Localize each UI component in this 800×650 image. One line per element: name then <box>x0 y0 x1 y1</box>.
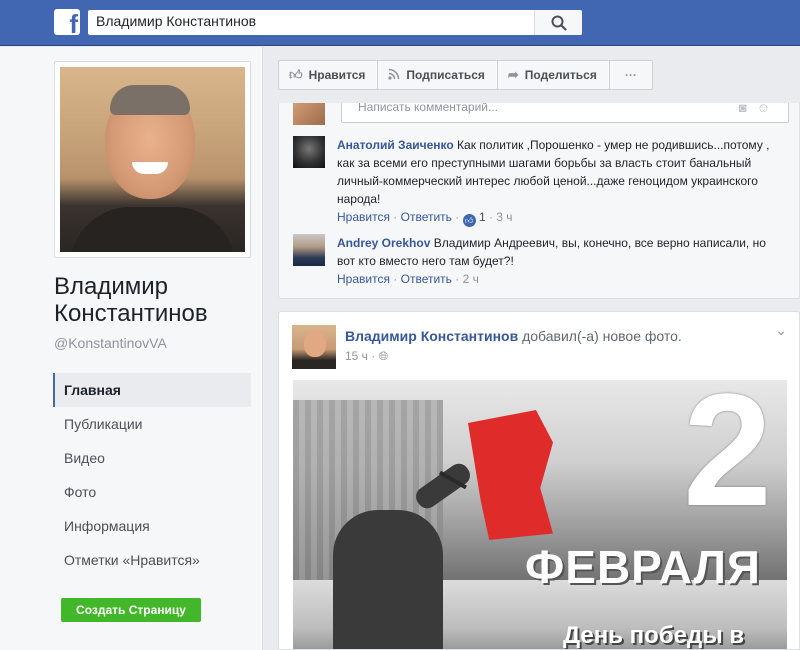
comment-input[interactable]: Написать комментарий... ◙☺ <box>341 103 789 123</box>
image-subtitle: День победы в <box>563 622 745 649</box>
comment-meta: Нравится · Ответить · 👍︎ 1 · 3 ч <box>337 210 513 227</box>
nav-item-about[interactable]: Информация <box>53 509 251 543</box>
facebook-logo-icon[interactable]: f <box>54 9 80 35</box>
image-number: 2 <box>683 380 772 539</box>
thumbs-up-icon: 👍︎ <box>289 67 303 82</box>
soldier-figure <box>333 510 443 649</box>
avatar <box>293 103 325 125</box>
like-reaction-icon: 👍︎ <box>462 214 476 227</box>
page-handle[interactable]: @KonstantinovVA <box>54 335 167 351</box>
subscribe-label: Подписаться <box>406 68 485 82</box>
share-button[interactable]: ➦ Поделиться <box>496 60 610 90</box>
comment-time[interactable]: 2 ч <box>463 272 479 286</box>
nav-item-likes[interactable]: Отметки «Нравится» <box>53 543 251 577</box>
post-time[interactable]: 15 ч <box>345 349 368 363</box>
comment-reply-link[interactable]: Ответить <box>401 210 452 224</box>
nav-item-posts[interactable]: Публикации <box>53 407 251 441</box>
avatar[interactable] <box>293 234 325 266</box>
comment-body: Andrey Orekhov Владимир Андреевич, вы, к… <box>337 234 787 288</box>
post-card: Владимир Константинов добавил(-а) новое … <box>278 311 800 650</box>
chevron-down-icon[interactable]: ⌄ <box>775 322 787 339</box>
more-options-button[interactable]: ··· <box>608 60 653 90</box>
subscribe-button[interactable]: Подписаться <box>377 60 498 90</box>
comment-like-link[interactable]: Нравится <box>337 272 390 286</box>
red-flag <box>468 410 553 540</box>
globe-icon: 🌐︎ <box>378 349 389 363</box>
comment-time[interactable]: 3 ч <box>496 210 512 224</box>
camera-icon[interactable]: ◙☺ <box>739 103 780 115</box>
nav-item-videos[interactable]: Видео <box>53 441 251 475</box>
search-icon <box>551 15 567 31</box>
comment-composer: Написать комментарий... ◙☺ <box>293 103 799 125</box>
profile-picture[interactable] <box>54 61 251 258</box>
post-header: Владимир Константинов добавил(-а) новое … <box>345 328 682 344</box>
search-button[interactable] <box>534 10 582 35</box>
like-page-button[interactable]: 👍︎ Нравится <box>278 60 379 90</box>
search-input[interactable]: Владимир Константинов <box>96 13 256 29</box>
comment-placeholder: Написать комментарий... <box>358 103 499 114</box>
comment-like-link[interactable]: Нравится <box>337 210 390 224</box>
nav-item-home[interactable]: Главная <box>53 373 251 407</box>
post-action: добавил(-а) новое фото. <box>522 328 682 344</box>
profile-photo <box>60 67 245 252</box>
comment-author[interactable]: Andrey Orekhov <box>337 236 430 250</box>
reaction-count[interactable]: 1 <box>479 210 486 224</box>
post-timestamp: 15 ч · 🌐︎ <box>345 349 389 363</box>
comment-body: Анатолий Заиченко Как политик ,Порошенко… <box>337 136 787 227</box>
comment-author[interactable]: Анатолий Заиченко <box>337 138 454 152</box>
like-page-label: Нравится <box>308 68 366 82</box>
post-photo[interactable]: 2 ФЕВРАЛЯ День победы в <box>293 380 787 649</box>
comment-meta: Нравится · Ответить · 2 ч <box>337 272 479 286</box>
comments-card: Написать комментарий... ◙☺ Анатолий Заич… <box>278 103 800 299</box>
image-month: ФЕВРАЛЯ <box>525 541 761 593</box>
avatar[interactable] <box>293 136 325 168</box>
comment-reply-link[interactable]: Ответить <box>401 272 452 286</box>
left-column: Владимир Константинов @KonstantinovVA Гл… <box>0 47 263 650</box>
avatar[interactable] <box>292 325 336 369</box>
page-action-bar: 👍︎ Нравится Подписаться ➦ Поделиться ··· <box>278 60 653 90</box>
post-author[interactable]: Владимир Константинов <box>345 328 518 344</box>
page-nav: Главная Публикации Видео Фото Информация… <box>53 373 251 577</box>
more-dots-icon: ··· <box>624 68 637 82</box>
share-arrow-icon: ➦ <box>507 67 519 82</box>
nav-item-photos[interactable]: Фото <box>53 475 251 509</box>
top-bar: f Владимир Константинов <box>0 0 800 46</box>
search-bar[interactable]: Владимир Константинов <box>88 10 582 35</box>
rss-icon <box>388 68 400 83</box>
share-label: Поделиться <box>524 68 597 82</box>
create-page-button[interactable]: Создать Страницу <box>61 598 201 622</box>
page-title[interactable]: Владимир Константинов <box>54 273 244 327</box>
